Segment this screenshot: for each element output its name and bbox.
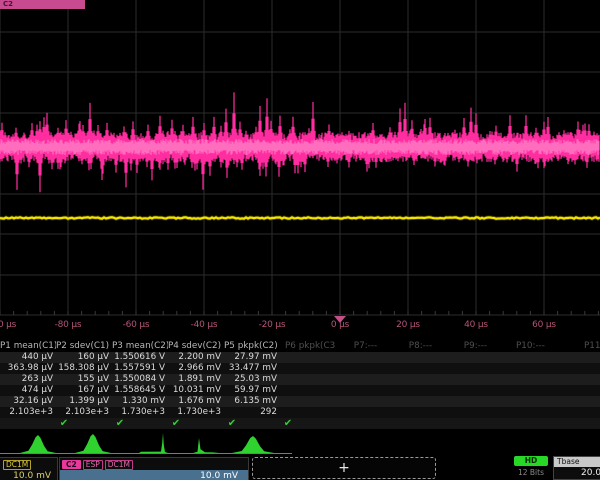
c2-waveform [0,92,599,192]
histicon [232,436,274,453]
measurement-value-cell: 158.308 µV [56,363,112,374]
measurement-status-row: ✔ ✔ ✔ ✔ ✔ [0,418,600,429]
trigger-position-marker[interactable] [334,316,346,323]
measurement-stat-row: 363.98 µV158.308 µV1.557591 V2.966 mV33.… [0,363,600,374]
measurement-column-header: P2 sdev(C1) [56,341,112,352]
histicon [193,438,219,453]
measurement-value-cell: 1.676 mV [168,396,224,407]
measurement-value-cell: 2.966 mV [168,363,224,374]
measurement-column-header-disabled: P8:--- [397,341,447,352]
measurement-value-cell: 1.730e+3 [168,407,224,418]
measurement-stat-row: 474 µV167 µV1.558645 V10.031 mV59.97 mV [0,385,600,396]
measurement-value-cell: 59.97 mV [224,385,280,396]
measurement-value-cell: 2.103e+3 [0,407,56,418]
trace-label-c2[interactable]: C2 [0,0,85,9]
c1-coupling-badge: DC1M [3,460,31,470]
oscilloscope-screen: C2 -100 µs-80 µs-60 µs-40 µs-20 µs0 µs20… [0,0,600,480]
histicon-row [0,429,600,455]
measurement-value-cell: 6.135 mV [224,396,280,407]
measurement-value-cell: 2.103e+3 [56,407,112,418]
measurement-value-cell: 155 µV [56,374,112,385]
measurement-table: P1 mean(C1)P2 sdev(C1)P3 mean(C2)P4 sdev… [0,341,600,430]
c2-scale-value: 10.0 mV [60,470,248,480]
measurement-status-check: ✔ [280,418,296,429]
hd-mode-badge: HD [514,456,548,466]
measurement-value-cell: 474 µV [0,385,56,396]
measurement-column-header-disabled: P11:--- [575,341,600,352]
time-axis-tick-label: -60 µs [106,320,166,330]
time-axis-tick-label: 40 µs [446,320,506,330]
channel-c2-descriptor[interactable]: C2 ESP DC1M 10.0 mV [59,457,249,480]
c2-channel-badge: C2 [62,460,81,469]
time-axis-tick-label: -100 µs [0,320,30,330]
time-axis-tick-label: 20 µs [378,320,438,330]
measurement-value-cell: 1.557591 V [112,363,168,374]
measurement-status-check: ✔ [112,418,128,429]
time-axis-tick-label: 60 µs [514,320,574,330]
c1-scale-value: 10.0 mV [0,470,57,480]
timebase-value: 20.0 µs [554,467,600,480]
c2-esp-badge: ESP [83,460,103,470]
measurement-value-cell: 27.97 mV [224,352,280,363]
measurement-value-cell: 1.330 mV [112,396,168,407]
measurement-value-cell: 1.550616 V [112,352,168,363]
measurement-column-header: P3 mean(C2) [112,341,168,352]
time-axis-tick-label: -20 µs [242,320,302,330]
c1-waveform [0,217,600,218]
measurement-column-header-disabled: P9:--- [452,341,502,352]
histicon [75,434,111,453]
measurement-status-check: ✔ [168,418,184,429]
measurement-value-cell: 292 [224,407,280,418]
measurement-column-header: P4 sdev(C2) [168,341,224,352]
measurement-column-header-disabled: P6 pkpk(C3) [285,341,335,352]
measurement-value-cell: 363.98 µV [0,363,56,374]
measurement-stat-row: 32.16 µV1.399 µV1.330 mV1.676 mV6.135 mV [0,396,600,407]
measurement-value-cell: 263 µV [0,374,56,385]
measurement-header-row: P1 mean(C1)P2 sdev(C1)P3 mean(C2)P4 sdev… [0,341,600,352]
measurement-status-check: ✔ [224,418,240,429]
histicon [20,435,56,453]
time-axis-tick-label: -40 µs [174,320,234,330]
measurement-stat-row: 263 µV155 µV1.550084 V1.891 mV25.03 mV [0,374,600,385]
measurement-status-check: ✔ [56,418,72,429]
measurement-value-cell: 440 µV [0,352,56,363]
measurement-stat-row: 440 µV160 µV1.550616 V2.200 mV27.97 mV [0,352,600,363]
timebase-descriptor[interactable]: Tbase 20.0 µs [553,456,600,480]
c2-coupling-badge: DC1M [105,460,133,470]
measurement-value-cell: 32.16 µV [0,396,56,407]
add-trace-button[interactable]: + [252,457,436,479]
measurement-value-cell: 167 µV [56,385,112,396]
measurement-column-header: P5 pkpk(C2) [224,341,280,352]
hd-bits-label: 12 Bits [510,468,552,477]
timebase-title: Tbase [554,457,600,467]
measurement-column-header-disabled: P7:--- [342,341,392,352]
measurement-value-cell: 1.399 µV [56,396,112,407]
measurement-value-cell: 10.031 mV [168,385,224,396]
time-axis-tick-label: -80 µs [38,320,98,330]
measurement-value-cell: 25.03 mV [224,374,280,385]
measurement-stat-row: 2.103e+32.103e+31.730e+31.730e+3292 [0,407,600,418]
measurement-value-cell: 1.730e+3 [112,407,168,418]
histicon [139,433,168,453]
measurement-value-cell: 1.558645 V [112,385,168,396]
measurement-column-header-disabled: P10:--- [507,341,557,352]
waveform-grid [0,0,600,318]
measurement-value-cell: 1.891 mV [168,374,224,385]
channel-c1-descriptor[interactable]: DC1M 10.0 mV [0,457,58,480]
measurement-value-cell: 2.200 mV [168,352,224,363]
measurement-value-cell: 1.550084 V [112,374,168,385]
measurement-value-cell: 33.477 mV [224,363,280,374]
measurement-value-cell: 160 µV [56,352,112,363]
measurement-column-header: P1 mean(C1) [0,341,56,352]
